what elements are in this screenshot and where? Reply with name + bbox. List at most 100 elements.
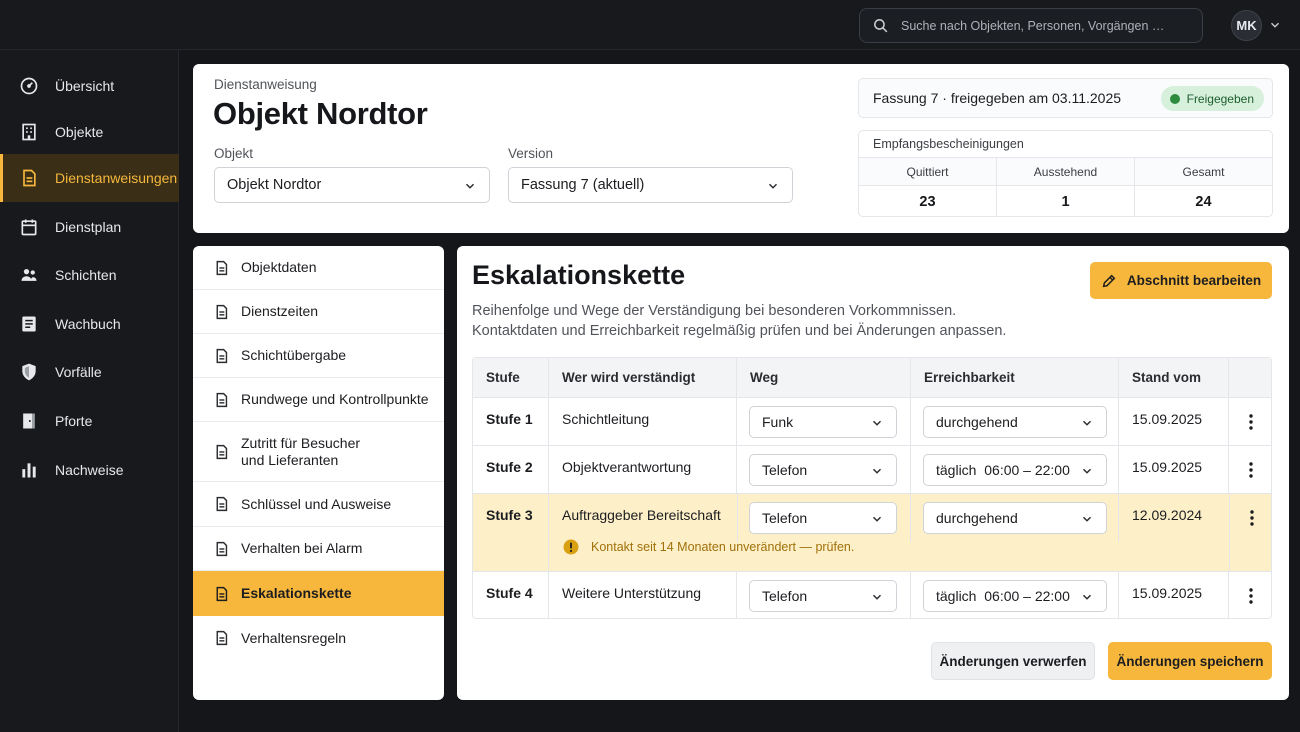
cell-stufe: Stufe 1 bbox=[473, 398, 549, 445]
chevron-down-icon bbox=[872, 594, 882, 600]
calendar-icon bbox=[21, 219, 37, 236]
weg-select[interactable]: Telefon bbox=[749, 580, 897, 612]
receipts-value: 1 bbox=[1061, 194, 1070, 210]
section-item-label: Objektdaten bbox=[241, 259, 317, 275]
wer-text: Schichtleitung bbox=[562, 411, 650, 427]
section-item-schluessel[interactable]: Schlüssel und Ausweise bbox=[193, 482, 444, 527]
chevron-down-icon bbox=[872, 420, 882, 426]
sidebar-item-label: Schichten bbox=[55, 267, 117, 283]
pencil-icon bbox=[1102, 274, 1116, 287]
receipts-title: Empfangsbescheinigungen bbox=[873, 137, 1024, 151]
cell-actions bbox=[1229, 446, 1271, 493]
more-vertical-icon[interactable] bbox=[1246, 413, 1256, 431]
stufe-text: Stufe 1 bbox=[486, 411, 533, 427]
cell-stand: 15.09.2025 bbox=[1119, 398, 1229, 445]
building-icon bbox=[22, 123, 36, 141]
sidebar-item-vorfaelle[interactable]: Vorfälle bbox=[0, 348, 179, 396]
cell-erreichbarkeit: durchgehend bbox=[911, 398, 1119, 445]
search-box[interactable] bbox=[859, 8, 1203, 43]
sidebar-item-label: Pforte bbox=[55, 413, 93, 429]
stale-contact-warning: Kontakt seit 14 Monaten unverändert — pr… bbox=[562, 538, 854, 556]
chevron-down-icon bbox=[465, 183, 475, 189]
sidebar-item-schichten[interactable]: Schichten bbox=[0, 251, 179, 299]
save-changes-button[interactable]: Änderungen speichern bbox=[1108, 642, 1272, 680]
weg-select-value: Telefon bbox=[762, 588, 808, 604]
section-item-dienstzeiten[interactable]: Dienstzeiten bbox=[193, 290, 444, 334]
content-card: Eskalationskette Reihenfolge und Wege de… bbox=[457, 246, 1289, 700]
section-item-label: Verhalten bei Alarm bbox=[241, 540, 363, 556]
cell-weg: Telefon bbox=[737, 572, 911, 618]
sidebar-item-label: Übersicht bbox=[55, 78, 115, 94]
document-icon bbox=[216, 260, 228, 275]
sidebar-item-objekte[interactable]: Objekte bbox=[0, 108, 179, 156]
version-label: Version bbox=[508, 146, 554, 161]
stand-text: 15.09.2025 bbox=[1132, 459, 1203, 475]
section-item-objektdaten[interactable]: Objektdaten bbox=[193, 246, 444, 290]
section-item-label: Dienstzeiten bbox=[241, 303, 319, 319]
chevron-down-icon bbox=[872, 516, 882, 522]
section-item-label: Zutritt für Besucher und Lieferanten bbox=[241, 434, 361, 468]
more-vertical-icon[interactable] bbox=[1246, 587, 1256, 605]
sidebar-item-label: Wachbuch bbox=[55, 316, 121, 332]
sidebar-item-nachweise[interactable]: Nachweise bbox=[0, 446, 179, 494]
erreichbarkeit-select[interactable]: durchgehend bbox=[923, 502, 1107, 534]
document-icon bbox=[216, 496, 228, 512]
section-item-verhaltensregeln[interactable]: Verhaltensregeln bbox=[193, 616, 444, 660]
description-line: Reihenfolge und Wege der Verständigung b… bbox=[472, 303, 957, 319]
section-item-rundwege[interactable]: Rundwege und Kontrollpunkte bbox=[193, 378, 444, 422]
sidebar-item-label: Dienstanweisungen bbox=[55, 170, 178, 186]
table-row: Stufe 1 Schichtleitung Funk durchgehend … bbox=[473, 398, 1271, 446]
sidebar-item-uebersicht[interactable]: Übersicht bbox=[0, 62, 179, 110]
sidebar-item-wachbuch[interactable]: Wachbuch bbox=[0, 300, 179, 348]
receipts-header: Gesamt bbox=[1135, 158, 1272, 186]
erreichbarkeit-select[interactable]: täglich 06:00 – 22:00 bbox=[923, 454, 1107, 486]
section-item-alarm[interactable]: Verhalten bei Alarm bbox=[193, 527, 444, 571]
chevron-down-icon bbox=[872, 468, 882, 474]
cell-actions bbox=[1229, 572, 1271, 618]
bar-chart-icon bbox=[22, 463, 36, 478]
section-item-schichtuebergabe[interactable]: Schichtübergabe bbox=[193, 334, 444, 378]
chevron-down-icon bbox=[1082, 420, 1092, 426]
edit-section-button[interactable]: Abschnitt bearbeiten bbox=[1090, 262, 1272, 299]
avatar[interactable]: MK bbox=[1231, 10, 1262, 41]
stand-text: 15.09.2025 bbox=[1132, 585, 1203, 601]
weg-select[interactable]: Funk bbox=[749, 406, 897, 438]
document-icon bbox=[216, 392, 228, 407]
section-item-eskalationskette[interactable]: Eskalationskette bbox=[193, 571, 444, 616]
sidebar-item-pforte[interactable]: Pforte bbox=[0, 397, 179, 445]
section-item-zutritt[interactable]: Zutritt für Besucher und Lieferanten bbox=[193, 422, 444, 482]
more-vertical-icon[interactable] bbox=[1247, 509, 1257, 527]
sections-list: Objektdaten Dienstzeiten Schichtübergabe… bbox=[193, 246, 444, 700]
weg-select[interactable]: Telefon bbox=[749, 502, 897, 534]
more-vertical-icon[interactable] bbox=[1246, 461, 1256, 479]
header-card: Dienstanweisung Objekt Nordtor Objekt Ob… bbox=[193, 64, 1289, 233]
status-badge-label: Freigegeben bbox=[1186, 91, 1254, 106]
erreichbarkeit-select-value: täglich 06:00 – 22:00 bbox=[936, 588, 1070, 604]
object-select[interactable]: Objekt Nordtor bbox=[214, 167, 490, 203]
table-row: Stufe 3 Auftraggeber Bereitschaft Telefo… bbox=[473, 494, 1271, 572]
section-item-label: Eskalationskette bbox=[241, 585, 352, 601]
erreichbarkeit-select-value: durchgehend bbox=[936, 414, 1018, 430]
version-select[interactable]: Fassung 7 (aktuell) bbox=[508, 167, 793, 203]
dashboard-icon bbox=[20, 77, 38, 95]
stufe-text: Stufe 2 bbox=[486, 459, 533, 475]
erreichbarkeit-select[interactable]: durchgehend bbox=[923, 406, 1107, 438]
weg-select[interactable]: Telefon bbox=[749, 454, 897, 486]
column-header: Stufe bbox=[473, 358, 549, 398]
section-item-label: Schichtübergabe bbox=[241, 347, 347, 363]
erreichbarkeit-select[interactable]: täglich 06:00 – 22:00 bbox=[923, 580, 1107, 612]
chevron-down-icon[interactable] bbox=[1268, 18, 1282, 32]
erreichbarkeit-select-value: täglich 06:00 – 22:00 bbox=[936, 462, 1070, 478]
search-input[interactable] bbox=[901, 18, 1181, 33]
cell-wer: Weitere Unterstützung bbox=[549, 572, 737, 618]
top-bar: MK bbox=[0, 0, 1300, 50]
sidebar-item-dienstplan[interactable]: Dienstplan bbox=[0, 203, 179, 251]
version-info-text: Fassung 7 · freigegeben am 03.11.2025 bbox=[873, 90, 1122, 106]
section-description: Reihenfolge und Wege der Verständigung b… bbox=[472, 301, 1006, 341]
document-icon bbox=[216, 541, 228, 556]
cell-erreichbarkeit: täglich 06:00 – 22:00 bbox=[911, 446, 1119, 493]
discard-changes-button[interactable]: Änderungen verwerfen bbox=[931, 642, 1095, 680]
sidebar-item-dienstanweisungen[interactable]: Dienstanweisungen bbox=[0, 154, 179, 202]
column-header bbox=[1229, 358, 1271, 398]
page-title: Objekt Nordtor bbox=[213, 96, 428, 131]
